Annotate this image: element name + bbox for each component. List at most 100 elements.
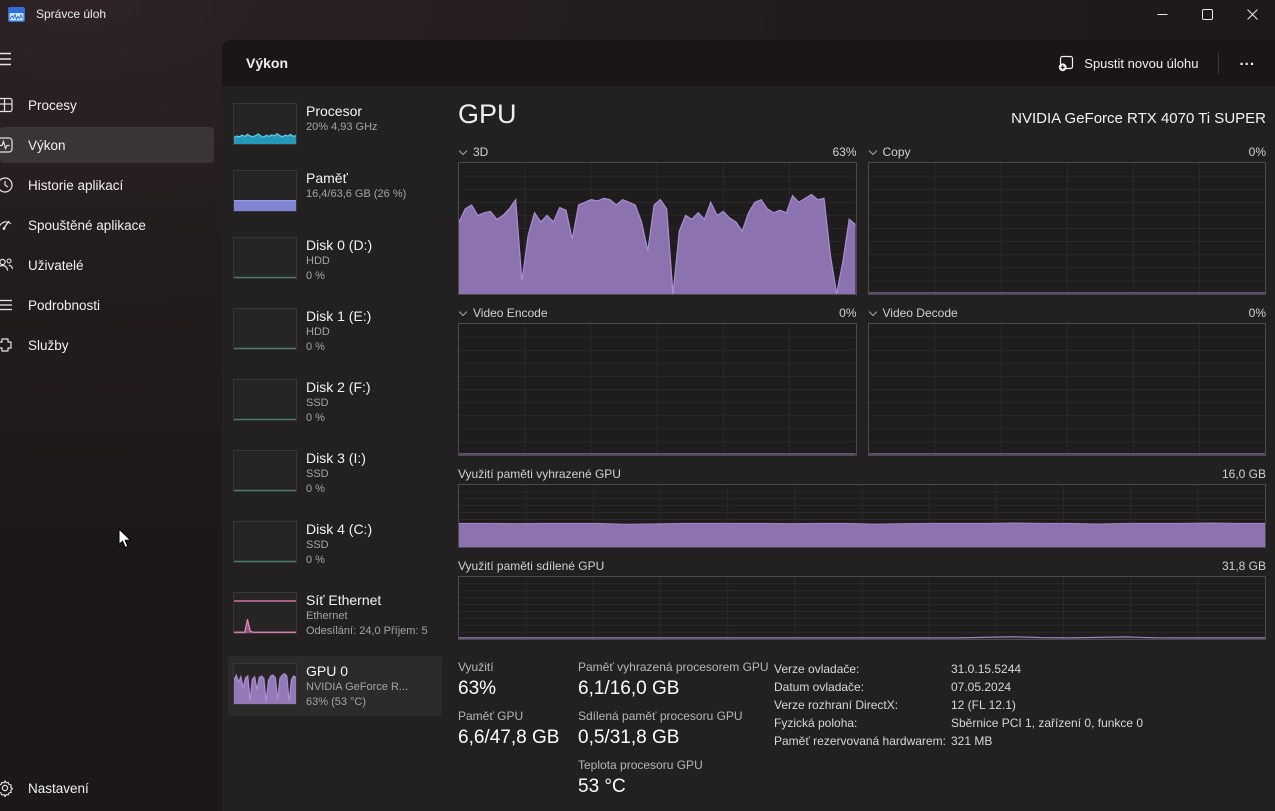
memory-mini-chart [233, 170, 297, 212]
startup-apps-icon [0, 216, 16, 234]
window-controls [1140, 0, 1275, 28]
performance-device-list: Procesor 20% 4,93 GHz Paměť 16,4/63,6 GB… [228, 96, 442, 811]
hamburger-icon [0, 52, 12, 66]
device-stat: 63% (53 °C) [306, 695, 408, 710]
services-icon [0, 336, 16, 354]
gpu-video-encode-chart [458, 323, 857, 456]
sidebar-item-label: Historie aplikací [28, 178, 123, 193]
device-stat: 16,4/63,6 GB (26 %) [306, 187, 406, 202]
gear-icon [0, 779, 16, 797]
menu-toggle-button[interactable] [0, 52, 12, 69]
device-name: Disk 1 (E:) [306, 308, 371, 325]
header-divider [1218, 52, 1219, 74]
gpu-video-encode-chart-block: Video Encode 0% [458, 303, 857, 456]
more-options-button[interactable]: ... [1229, 48, 1265, 79]
gpu-3d-chart [458, 162, 857, 295]
disk3-mini-chart [233, 450, 297, 492]
memory-chart-label: Využití paměti sdílené GPU [458, 559, 604, 573]
sidebar-item-vykon[interactable]: Výkon [0, 127, 214, 163]
sidebar-item-settings[interactable]: Nastavení [0, 771, 218, 805]
device-name: Disk 4 (C:) [306, 521, 372, 538]
performance-icon [0, 136, 16, 154]
device-row-disk3[interactable]: Disk 3 (I:) SSD 0 % [228, 443, 442, 503]
device-row-gpu0[interactable]: GPU 0 NVIDIA GeForce R... 63% (53 °C) [228, 656, 442, 716]
task-manager-window: Správce úloh Procesy Výkon [0, 0, 1275, 811]
header-actions: Spustit novou úlohu ... [1048, 48, 1265, 79]
gpu-driver-details: Verze ovladače:31.0.15.5244 Datum ovlada… [774, 660, 1266, 807]
device-type: SSD [306, 467, 366, 482]
device-row-disk4[interactable]: Disk 4 (C:) SSD 0 % [228, 514, 442, 574]
sidebar-item-label: Služby [28, 338, 69, 353]
device-row-ethernet[interactable]: Síť Ethernet Ethernet Odesílání: 24,0 Př… [228, 585, 442, 645]
sidebar-item-sluzby[interactable]: Služby [0, 327, 214, 363]
device-stat: Odesílání: 24,0 Příjem: 5 [306, 624, 428, 639]
maximize-button[interactable] [1185, 0, 1230, 28]
engine-percent: 0% [839, 306, 856, 320]
sidebar-item-spoustene-aplikace[interactable]: Spouštěné aplikace [0, 207, 214, 243]
detail-label: Verze rozhraní DirectX: [774, 696, 951, 714]
detail-label: Paměť rezervovaná hardwarem: [774, 732, 951, 750]
sidebar-item-label: Uživatelé [28, 258, 84, 273]
sidebar-item-uzivatele[interactable]: Uživatelé [0, 247, 214, 283]
detail-value: 07.05.2024 [951, 678, 1266, 696]
stat-label: Teplota procesoru GPU [578, 758, 774, 773]
device-row-disk2[interactable]: Disk 2 (F:) SSD 0 % [228, 372, 442, 432]
task-manager-app-icon [8, 7, 25, 22]
chevron-down-icon[interactable] [868, 310, 883, 317]
run-new-task-button[interactable]: Spustit novou úlohu [1048, 48, 1208, 79]
device-stat: 0 % [306, 340, 371, 355]
minimize-button[interactable] [1140, 0, 1185, 28]
device-row-disk1[interactable]: Disk 1 (E:) HDD 0 % [228, 301, 442, 361]
memory-chart-max: 31,8 GB [1222, 559, 1266, 573]
details-icon [0, 296, 16, 314]
stat-value-utilization: 63% [458, 675, 578, 702]
memory-chart-label: Využití paměti vyhrazené GPU [458, 467, 621, 481]
titlebar: Správce úloh [0, 0, 1275, 28]
device-type: NVIDIA GeForce R... [306, 680, 408, 695]
sidebar-item-historie-aplikaci[interactable]: Historie aplikací [0, 167, 214, 203]
device-row-cpu[interactable]: Procesor 20% 4,93 GHz [228, 96, 442, 152]
device-stat: 0 % [306, 553, 372, 568]
device-type: SSD [306, 538, 372, 553]
users-icon [0, 256, 16, 274]
gpu-shared-memory-chart [458, 576, 1266, 640]
run-new-task-label: Spustit novou úlohu [1084, 56, 1198, 71]
chevron-down-icon[interactable] [868, 149, 883, 156]
gpu-detail-panel: GPU NVIDIA GeForce RTX 4070 Ti SUPER 3D … [458, 86, 1266, 811]
detail-value: 31.0.15.5244 [951, 660, 1266, 678]
cpu-mini-chart [233, 103, 297, 145]
stat-label: Využití [458, 660, 578, 675]
close-icon [1247, 9, 1258, 20]
engine-label: Video Encode [473, 306, 548, 320]
sidebar-item-procesy[interactable]: Procesy [0, 87, 214, 123]
engine-label: Copy [883, 145, 911, 159]
device-name: Disk 0 (D:) [306, 237, 372, 254]
sidebar-item-podrobnosti[interactable]: Podrobnosti [0, 287, 214, 323]
gpu-copy-chart [868, 162, 1267, 295]
sidebar-nav: Procesy Výkon Historie aplikací Spouštěn… [0, 87, 222, 363]
close-button[interactable] [1230, 0, 1275, 28]
disk4-mini-chart [233, 521, 297, 563]
main-panel: Výkon Spustit novou úlohu ... Procesor 2… [222, 40, 1275, 811]
engine-percent: 63% [832, 145, 856, 159]
disk0-mini-chart [233, 237, 297, 279]
device-name: GPU 0 [306, 663, 408, 680]
disk1-mini-chart [233, 308, 297, 350]
device-stat: 0 % [306, 411, 371, 426]
chevron-down-icon[interactable] [458, 310, 473, 317]
chevron-down-icon[interactable] [458, 149, 473, 156]
device-stat: 0 % [306, 482, 366, 497]
stat-value-temperature: 53 °C [578, 773, 774, 800]
gpu-copy-chart-block: Copy 0% [868, 142, 1267, 295]
gpu-video-decode-chart-block: Video Decode 0% [868, 303, 1267, 456]
app-history-icon [0, 176, 16, 194]
device-row-disk0[interactable]: Disk 0 (D:) HDD 0 % [228, 230, 442, 290]
stat-label: Paměť GPU [458, 709, 578, 724]
stat-value-gpu-memory: 6,6/47,8 GB [458, 724, 578, 751]
detail-label: Fyzická poloha: [774, 714, 951, 732]
gpu-stats: Využití 63% Paměť GPU 6,6/47,8 GB Paměť … [458, 654, 1266, 807]
processes-icon [0, 96, 16, 114]
stat-value-shared-memory: 0,5/31,8 GB [578, 724, 774, 751]
device-row-memory[interactable]: Paměť 16,4/63,6 GB (26 %) [228, 163, 442, 219]
detail-label: Verze ovladače: [774, 660, 951, 678]
